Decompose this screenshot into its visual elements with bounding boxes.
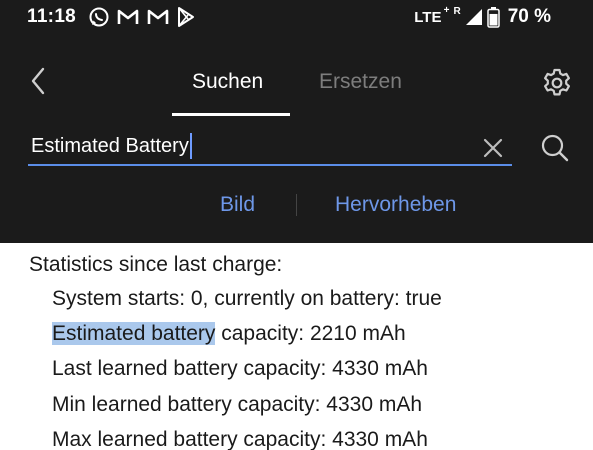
system-status: LTE + R 70 % bbox=[414, 5, 551, 29]
play-store-icon bbox=[178, 7, 194, 27]
doc-line: Last learned battery capacity: 4330 mAh bbox=[52, 357, 428, 380]
whatsapp-icon bbox=[89, 7, 109, 27]
doc-line-match: Estimated battery capacity: 2210 mAh bbox=[52, 322, 406, 346]
highlight-option-button[interactable]: Hervorheben bbox=[335, 193, 456, 217]
tab-replace[interactable]: Ersetzen bbox=[319, 70, 402, 94]
doc-line: System starts: 0, currently on battery: … bbox=[52, 287, 442, 310]
gmail-icon bbox=[117, 9, 139, 24]
back-button[interactable] bbox=[24, 64, 52, 98]
text-cursor bbox=[189, 133, 192, 159]
gear-icon bbox=[544, 68, 570, 96]
tab-search[interactable]: Suchen bbox=[192, 70, 263, 94]
battery-percent: 70 % bbox=[507, 6, 551, 27]
battery-icon bbox=[486, 6, 500, 28]
signal-icon bbox=[465, 9, 482, 25]
option-divider bbox=[296, 194, 297, 216]
search-match-highlight: Estimated battery bbox=[52, 322, 216, 345]
document-content: Statistics since last charge: System sta… bbox=[0, 243, 593, 450]
chevron-left-icon bbox=[31, 67, 45, 95]
status-bar: 11:18 LTE + R 70 % bbox=[0, 0, 593, 36]
clear-button[interactable] bbox=[482, 137, 504, 159]
search-underline bbox=[28, 164, 512, 166]
search-button[interactable] bbox=[540, 133, 570, 163]
gmail-icon bbox=[147, 9, 169, 24]
notification-icons bbox=[88, 5, 196, 29]
search-input[interactable] bbox=[28, 128, 512, 164]
doc-line: Min learned battery capacity: 4330 mAh bbox=[52, 393, 423, 416]
network-type: LTE + bbox=[414, 4, 450, 26]
doc-line: Max learned battery capacity: 4330 mAh bbox=[52, 428, 428, 450]
search-field[interactable] bbox=[28, 128, 512, 166]
roaming-indicator: R bbox=[453, 5, 461, 17]
active-tab-indicator bbox=[172, 113, 290, 116]
doc-heading: Statistics since last charge: bbox=[29, 253, 283, 276]
settings-button[interactable] bbox=[541, 67, 573, 99]
clock: 11:18 bbox=[27, 6, 77, 27]
search-icon bbox=[541, 134, 569, 162]
close-icon bbox=[483, 138, 503, 158]
doc-line-rest: capacity: 2210 mAh bbox=[215, 322, 406, 345]
image-option-button[interactable]: Bild bbox=[220, 193, 255, 217]
